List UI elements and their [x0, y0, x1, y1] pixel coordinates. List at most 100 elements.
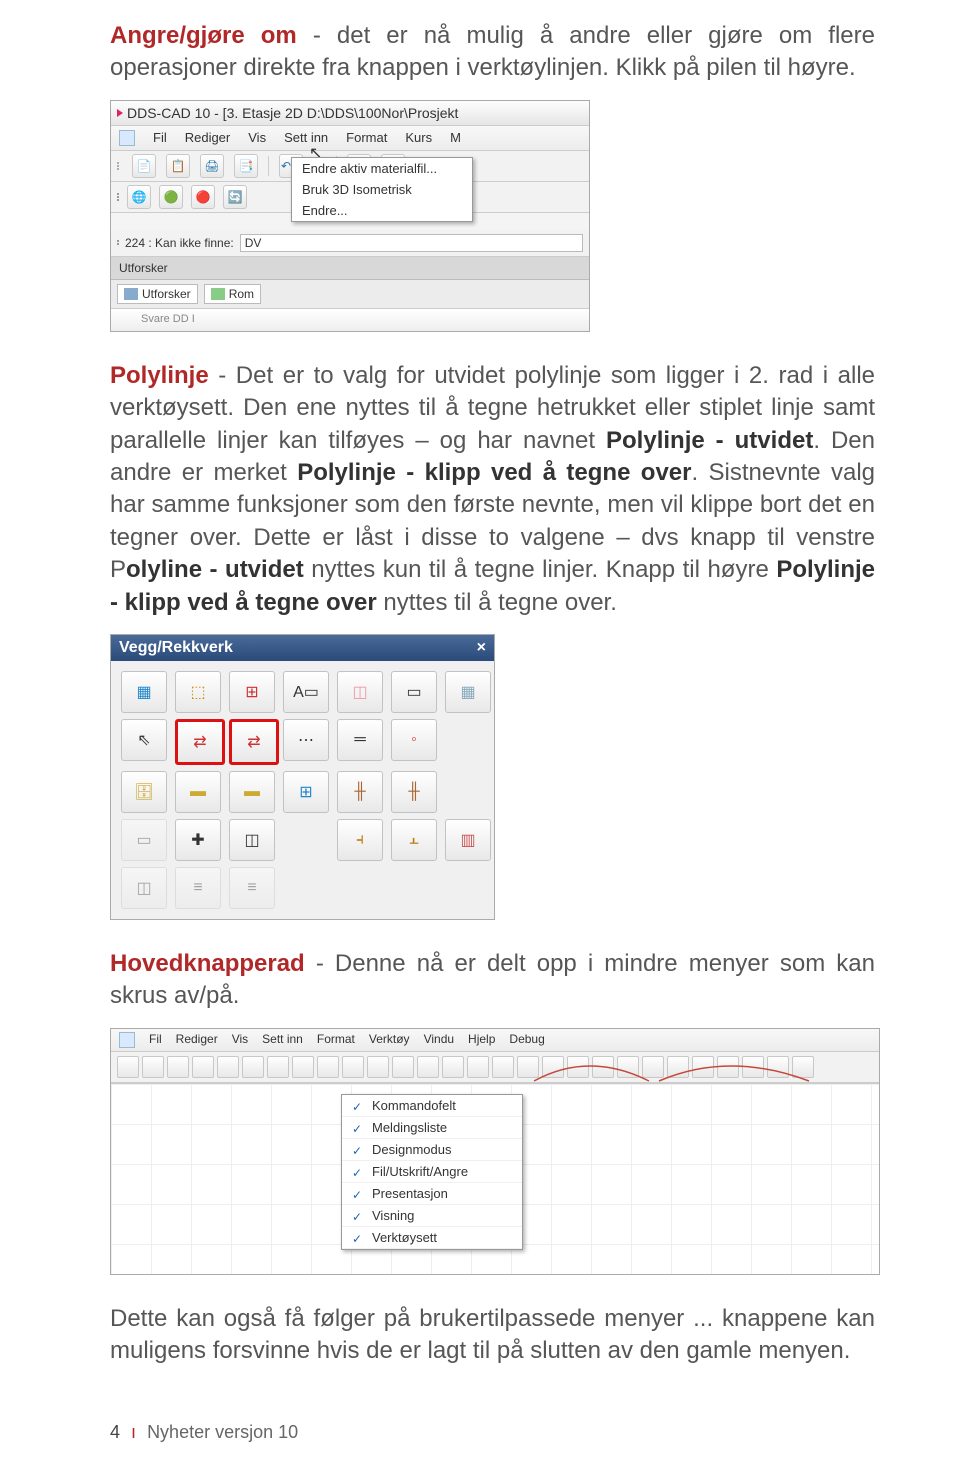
tool-icon: ◫: [121, 867, 167, 909]
tb-icon[interactable]: [742, 1056, 764, 1078]
tool-icon[interactable]: ◦: [391, 719, 437, 761]
tb-icon[interactable]: [167, 1056, 189, 1078]
app-menu-icon[interactable]: [119, 130, 135, 146]
tb-icon[interactable]: 📄: [132, 154, 156, 178]
tb-icon[interactable]: [442, 1056, 464, 1078]
tool-icon[interactable]: ◫: [337, 671, 383, 713]
tool-icon[interactable]: ▥: [445, 819, 491, 861]
context-item[interactable]: Fil/Utskrift/Angre: [342, 1161, 522, 1183]
tab-rom[interactable]: Rom: [204, 284, 261, 304]
tool-icon[interactable]: ▦: [445, 671, 491, 713]
tb-icon[interactable]: [342, 1056, 364, 1078]
tool-icon[interactable]: ⇖: [121, 719, 167, 761]
context-item[interactable]: Visning: [342, 1205, 522, 1227]
tb-icon[interactable]: [467, 1056, 489, 1078]
polyline-klipp-button[interactable]: ⇄: [229, 719, 279, 765]
tool-icon[interactable]: ▭: [391, 671, 437, 713]
tb-icon[interactable]: [217, 1056, 239, 1078]
tool-icon[interactable]: ╫: [391, 771, 437, 813]
tb-icon[interactable]: [667, 1056, 689, 1078]
context-item[interactable]: Kommandofelt: [342, 1095, 522, 1117]
menu-fil[interactable]: Fil: [149, 1032, 162, 1048]
tb-icon[interactable]: [717, 1056, 739, 1078]
tb-icon[interactable]: [517, 1056, 539, 1078]
menu-fil[interactable]: Fil: [153, 130, 167, 146]
tb-icon[interactable]: 📋: [166, 154, 190, 178]
tb-icon[interactable]: [767, 1056, 789, 1078]
tool-icon[interactable]: ⬚: [175, 671, 221, 713]
tb-icon[interactable]: [367, 1056, 389, 1078]
menu-rediger[interactable]: Rediger: [176, 1032, 218, 1048]
status-row: 224 : Kan ikke finne: DV: [111, 230, 589, 257]
tool-icon[interactable]: ⊞: [229, 671, 275, 713]
menu-settinn[interactable]: Sett inn: [262, 1032, 303, 1048]
menu-kurs[interactable]: Kurs: [405, 130, 432, 146]
para-followup: Dette kan også få følger på brukertilpas…: [110, 1303, 875, 1368]
tool-icon[interactable]: ▦: [121, 671, 167, 713]
tb-icon[interactable]: [317, 1056, 339, 1078]
menubar: Fil Rediger Vis Sett inn Format Kurs M: [111, 126, 589, 151]
menu-m[interactable]: M: [450, 130, 461, 146]
tb-icon[interactable]: [117, 1056, 139, 1078]
tb-icon[interactable]: [692, 1056, 714, 1078]
context-item[interactable]: Designmodus: [342, 1139, 522, 1161]
tool-icon[interactable]: ✚: [175, 819, 221, 861]
tab-utforsker[interactable]: Utforsker: [117, 284, 198, 304]
tb-icon[interactable]: [417, 1056, 439, 1078]
tb-icon[interactable]: 🖨: [200, 154, 224, 178]
tool-icon[interactable]: ═: [337, 719, 383, 761]
tb-icon[interactable]: [192, 1056, 214, 1078]
dropdown-item[interactable]: Endre aktiv materialfil...: [292, 158, 472, 179]
window-title: DDS-CAD 10 - [3. Etasje 2D D:\DDS\100Nor…: [127, 105, 458, 121]
menu-vis[interactable]: Vis: [248, 130, 266, 146]
tb-icon[interactable]: [617, 1056, 639, 1078]
tb-icon[interactable]: [642, 1056, 664, 1078]
menu-format[interactable]: Format: [346, 130, 387, 146]
tb-icon[interactable]: [392, 1056, 414, 1078]
polyline-utvidet-button[interactable]: ⇄: [175, 719, 225, 765]
tool-icon[interactable]: ▬: [229, 771, 275, 813]
menu-vindu[interactable]: Vindu: [424, 1032, 454, 1048]
tool-icon[interactable]: ⊞: [283, 771, 329, 813]
footer-separator: ı: [131, 1422, 136, 1442]
page-number: 4: [110, 1422, 120, 1442]
refresh-icon[interactable]: 🔄: [223, 185, 247, 209]
dropdown-item[interactable]: Endre...: [292, 200, 472, 221]
tb-icon[interactable]: [292, 1056, 314, 1078]
context-item[interactable]: Meldingsliste: [342, 1117, 522, 1139]
tool-icon[interactable]: ◫: [229, 819, 275, 861]
tool-icon[interactable]: ⫞: [337, 819, 383, 861]
context-item[interactable]: Verktøysett: [342, 1227, 522, 1249]
tb-icon[interactable]: [567, 1056, 589, 1078]
tool-icon[interactable]: ⫠: [391, 819, 437, 861]
tb-icon[interactable]: [242, 1056, 264, 1078]
tool-icon[interactable]: ╫: [337, 771, 383, 813]
tool-icon[interactable]: 🗄: [121, 771, 167, 813]
tb-icon[interactable]: [592, 1056, 614, 1078]
tb-icon[interactable]: 🔴: [191, 185, 215, 209]
tb-icon[interactable]: [542, 1056, 564, 1078]
menu-format[interactable]: Format: [317, 1032, 355, 1048]
tb-icon[interactable]: [267, 1056, 289, 1078]
close-icon[interactable]: ×: [477, 639, 486, 657]
status-input[interactable]: DV: [240, 234, 583, 252]
tool-icon[interactable]: ▬: [175, 771, 221, 813]
dropdown-item[interactable]: Bruk 3D Isometrisk: [292, 179, 472, 200]
menu-vis[interactable]: Vis: [232, 1032, 248, 1048]
menu-hjelp[interactable]: Hjelp: [468, 1032, 495, 1048]
tb-icon[interactable]: [492, 1056, 514, 1078]
screenshot-dds-toolbar: DDS-CAD 10 - [3. Etasje 2D D:\DDS\100Nor…: [110, 100, 590, 332]
app-menu-icon[interactable]: [119, 1032, 135, 1048]
menu-rediger[interactable]: Rediger: [185, 130, 231, 146]
context-item[interactable]: Presentasjon: [342, 1183, 522, 1205]
tb-icon[interactable]: [792, 1056, 814, 1078]
tool-icon[interactable]: A▭: [283, 671, 329, 713]
tb-icon[interactable]: 📑: [234, 154, 258, 178]
tool-icon[interactable]: ⋯: [283, 719, 329, 761]
menu-verktoy[interactable]: Verktøy: [369, 1032, 410, 1048]
menu-debug[interactable]: Debug: [509, 1032, 544, 1048]
term-hovedknapperad: Hovedknapperad: [110, 950, 305, 977]
tb-icon[interactable]: 🟢: [159, 185, 183, 209]
globe-icon[interactable]: 🌐: [127, 185, 151, 209]
tb-icon[interactable]: [142, 1056, 164, 1078]
